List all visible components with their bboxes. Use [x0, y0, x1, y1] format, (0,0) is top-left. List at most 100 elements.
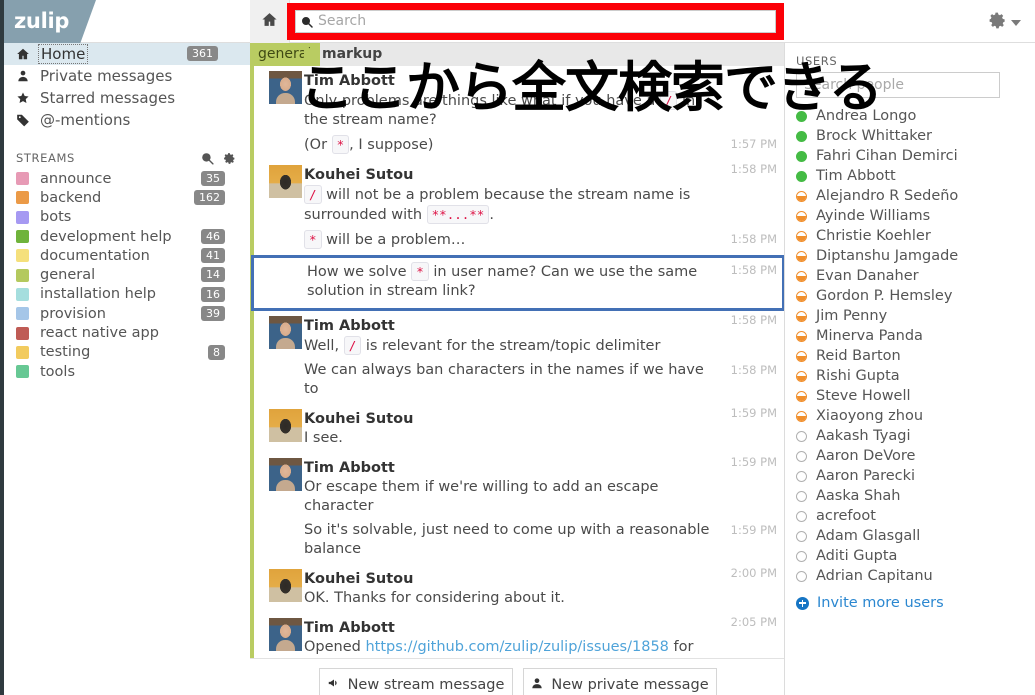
presence-idle-icon [796, 350, 807, 362]
stream-name-label: provision [40, 305, 106, 322]
window-edge [0, 0, 4, 695]
user-list-item[interactable]: Minerva Panda [796, 326, 1035, 346]
user-list-item[interactable]: Aaron Parecki [796, 466, 1035, 486]
stream-item-announce[interactable]: announce 35 [4, 169, 250, 188]
stream-item-documentation[interactable]: documentation 41 [4, 246, 250, 265]
message-row[interactable]: So it's solvable, just need to come up w… [250, 521, 784, 564]
user-list-item[interactable]: Adrian Capitanu [796, 566, 1035, 586]
stream-name-label: backend [40, 189, 102, 206]
message-sender[interactable]: Kouhei Sutou [304, 570, 713, 587]
user-list-item[interactable]: Adam Glasgall [796, 526, 1035, 546]
user-list-item[interactable]: Alejandro R Sedeño [796, 186, 1035, 206]
user-list-item[interactable]: Gordon P. Hemsley [796, 286, 1035, 306]
stream-item-react-native-app[interactable]: react native app [4, 323, 250, 342]
presence-offline-icon [796, 470, 807, 482]
user-list-item[interactable]: Brock Whittaker [796, 126, 1035, 146]
person-icon [530, 676, 544, 694]
sidebar-item-private-messages[interactable]: Private messages [4, 65, 250, 87]
message-column: general markup Tim Abbott Only problems a… [250, 43, 785, 695]
stream-item-general[interactable]: general 14 [4, 265, 250, 284]
stream-item-development-help[interactable]: development help 46 [4, 227, 250, 246]
stream-item-bots[interactable]: bots [4, 208, 250, 227]
message-row[interactable]: Kouhei Sutou OK. Thanks for considering a… [250, 564, 784, 613]
sidebar-item-home[interactable]: Home 361 [4, 43, 250, 65]
user-list-item[interactable]: Tim Abbott [796, 166, 1035, 186]
user-list-item[interactable]: Aaska Shah [796, 486, 1035, 506]
search-input[interactable] [318, 11, 758, 32]
message-body: Or escape them if we're willing to add a… [304, 479, 659, 514]
user-list-item[interactable]: Aaron DeVore [796, 446, 1035, 466]
chevron-down-icon [1011, 19, 1021, 26]
message-timestamp: 1:59 PM [730, 455, 777, 469]
stream-unread-badge: 8 [208, 344, 225, 360]
stream-color-swatch [16, 268, 29, 282]
user-list-item[interactable]: Rishi Gupta [796, 366, 1035, 386]
message-row[interactable]: (Or *, I suppose) 1:57 PM [250, 135, 784, 160]
avatar[interactable] [269, 316, 302, 349]
new-stream-message-button[interactable]: New stream message [318, 668, 513, 695]
message-row[interactable]: Kouhei Sutou I see. 1:59 PM [250, 404, 784, 453]
stream-item-backend[interactable]: backend 162 [4, 188, 250, 207]
user-list-item[interactable]: Jim Penny [796, 306, 1035, 326]
user-list-item[interactable]: Aditi Gupta [796, 546, 1035, 566]
avatar[interactable] [269, 409, 302, 442]
stream-item-installation-help[interactable]: installation help 16 [4, 285, 250, 304]
home-button[interactable] [250, 0, 290, 43]
user-list-item[interactable]: Ayinde Williams [796, 206, 1035, 226]
message-sender[interactable]: Kouhei Sutou [304, 166, 713, 183]
plus-circle-icon [796, 596, 809, 610]
message-link[interactable]: https://github.com/zulip/zulip/issues/18… [365, 639, 668, 655]
search-box[interactable] [295, 10, 776, 33]
avatar[interactable] [269, 71, 302, 104]
avatar[interactable] [269, 458, 302, 491]
zulip-logo[interactable]: zulip [0, 0, 96, 43]
user-list-item[interactable]: Christie Koehler [796, 226, 1035, 246]
stream-item-provision[interactable]: provision 39 [4, 304, 250, 323]
stream-item-testing[interactable]: testing 8 [4, 343, 250, 362]
message-list[interactable]: Tim Abbott Only problems are things like … [250, 66, 784, 672]
user-name-label: Ayinde Williams [816, 208, 931, 224]
message-sender[interactable]: Tim Abbott [304, 317, 713, 334]
user-list-item[interactable]: acrefoot [796, 506, 1035, 526]
user-list-item[interactable]: Reid Barton [796, 346, 1035, 366]
settings-menu-button[interactable] [988, 11, 1021, 34]
right-sidebar: USERS Andrea LongoBrock WhittakerFahri C… [786, 43, 1035, 695]
inline-code: / [343, 336, 362, 355]
message-row[interactable]: We can always ban characters in the name… [250, 361, 784, 404]
message-row-selected[interactable]: How we solve * in user name? Can we use … [251, 255, 784, 311]
stream-color-swatch [16, 210, 29, 224]
message-timestamp: 1:58 PM [730, 263, 777, 277]
inline-code: * [411, 262, 429, 281]
presence-active-icon [796, 130, 807, 142]
avatar[interactable] [269, 165, 302, 198]
invite-more-users-link[interactable]: Invite more users [796, 595, 1035, 611]
avatar[interactable] [269, 569, 302, 602]
new-private-message-button[interactable]: New private message [522, 668, 717, 695]
message-body: How we solve * in user name? Can we use … [307, 262, 698, 299]
user-name-label: Adrian Capitanu [816, 568, 933, 584]
user-list-item[interactable]: Evan Danaher [796, 266, 1035, 286]
message-row[interactable]: * will be a problem… 1:58 PM [250, 230, 784, 255]
stream-item-tools[interactable]: tools [4, 362, 250, 381]
user-list-item[interactable]: Steve Howell [796, 386, 1035, 406]
message-body: So it's solvable, just need to come up w… [304, 522, 710, 557]
stream-search-icon[interactable] [201, 150, 214, 169]
user-list-item[interactable]: Diptanshu Jamgade [796, 246, 1035, 266]
presence-active-icon [796, 150, 807, 162]
message-row[interactable]: Tim Abbott Or escape them if we're willin… [250, 453, 784, 521]
user-list-item[interactable]: Aakash Tyagi [796, 426, 1035, 446]
nav-list: Home 361 Private messages Starred messages @… [4, 43, 250, 131]
message-sender[interactable]: Tim Abbott [304, 459, 713, 476]
user-name-label: Aakash Tyagi [816, 428, 911, 444]
stream-settings-gear-icon[interactable] [223, 150, 236, 169]
message-sender[interactable]: Kouhei Sutou [304, 410, 713, 427]
sidebar-item-starred-messages[interactable]: Starred messages [4, 87, 250, 109]
message-sender[interactable]: Tim Abbott [304, 619, 713, 636]
sidebar-item-mentions[interactable]: @-mentions [4, 109, 250, 131]
message-row[interactable]: Kouhei Sutou / will not be a problem beca… [250, 160, 784, 230]
message-row[interactable]: Tim Abbott Well, / is relevant for the st… [250, 311, 784, 361]
avatar[interactable] [269, 618, 302, 651]
user-list-item[interactable]: Fahri Cihan Demirci [796, 146, 1035, 166]
message-body: (Or *, I suppose) [304, 135, 434, 154]
user-list-item[interactable]: Xiaoyong zhou [796, 406, 1035, 426]
